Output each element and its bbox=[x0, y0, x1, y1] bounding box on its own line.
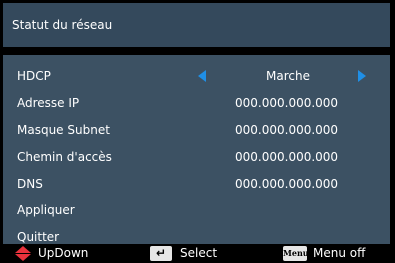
hdcp-row[interactable]: HDCP Marche bbox=[3, 66, 390, 86]
subnet-mask-label: Masque Subnet bbox=[17, 123, 110, 137]
dns-label: DNS bbox=[17, 177, 43, 191]
gateway-value: 000.000.000.000 bbox=[235, 150, 339, 164]
subnet-mask-value: 000.000.000.000 bbox=[235, 123, 339, 137]
dns-row[interactable]: DNS 000.000.000.000 bbox=[3, 174, 390, 194]
settings-panel: HDCP Marche Adresse IP 000.000.000.000 M… bbox=[3, 55, 390, 247]
enter-key-icon: ↵ bbox=[150, 246, 172, 261]
hdcp-label: HDCP bbox=[17, 69, 51, 83]
gateway-row[interactable]: Chemin d'accès 000.000.000.000 bbox=[3, 147, 390, 167]
dns-value: 000.000.000.000 bbox=[235, 177, 339, 191]
apply-row[interactable]: Appliquer bbox=[3, 200, 390, 220]
gateway-label: Chemin d'accès bbox=[17, 150, 112, 164]
ip-address-value: 000.000.000.000 bbox=[235, 96, 339, 110]
right-arrow-icon[interactable] bbox=[358, 70, 366, 82]
menu-key-icon: Menu bbox=[283, 246, 309, 261]
menu-off-hint: Menu off bbox=[313, 246, 366, 260]
left-arrow-icon[interactable] bbox=[198, 70, 206, 82]
network-status-window: Statut du réseau HDCP Marche Adresse IP … bbox=[3, 3, 390, 247]
apply-label: Appliquer bbox=[17, 203, 75, 217]
updown-icon bbox=[13, 246, 33, 261]
hdcp-value: Marche bbox=[266, 69, 310, 83]
footer-hint-bar: UpDown ↵ Select Menu Menu off bbox=[0, 244, 395, 263]
ip-address-row[interactable]: Adresse IP 000.000.000.000 bbox=[3, 93, 390, 113]
osd-screen: Statut du réseau HDCP Marche Adresse IP … bbox=[0, 0, 395, 263]
window-title: Statut du réseau bbox=[3, 3, 390, 47]
ip-address-label: Adresse IP bbox=[17, 96, 80, 110]
subnet-mask-row[interactable]: Masque Subnet 000.000.000.000 bbox=[3, 120, 390, 140]
select-hint: Select bbox=[180, 246, 218, 260]
updown-hint: UpDown bbox=[38, 246, 89, 260]
